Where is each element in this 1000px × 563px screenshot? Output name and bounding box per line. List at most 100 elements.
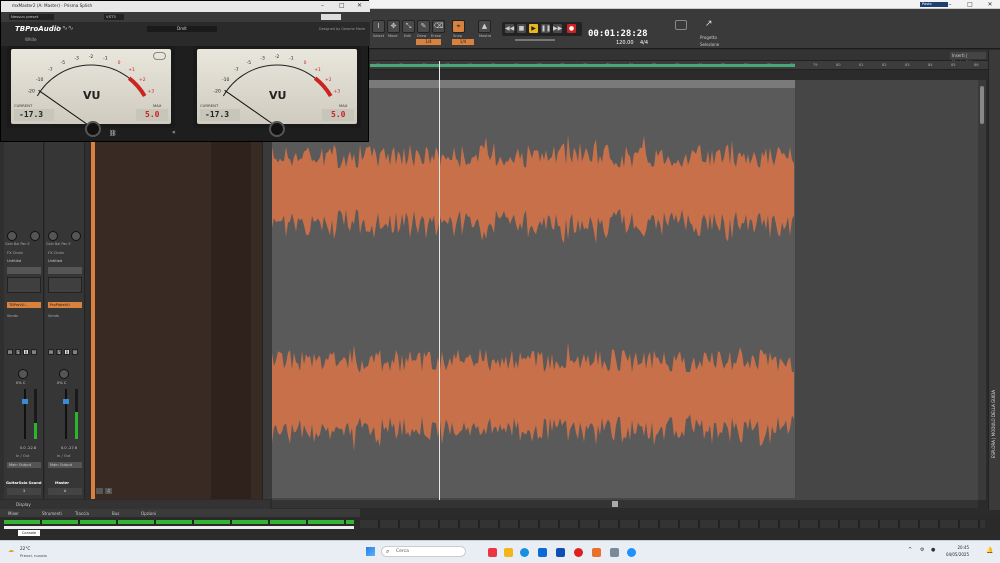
loop-range[interactable] <box>370 64 795 67</box>
channel-name[interactable]: Master <box>55 481 69 485</box>
taskbar-app-icon[interactable] <box>488 548 497 557</box>
vertical-scrollbar[interactable] <box>978 80 986 500</box>
tray-chevron-icon[interactable]: ^ <box>908 547 912 553</box>
plugin-options-buttons[interactable] <box>321 14 341 20</box>
playhead[interactable] <box>439 61 440 501</box>
browser-icon[interactable] <box>627 548 636 557</box>
forward-icon[interactable]: ▶▶ <box>552 23 563 34</box>
file-explorer-icon[interactable] <box>504 548 513 557</box>
mostra-icon[interactable]: ▲ <box>478 20 491 33</box>
tray-mic-icon[interactable]: ● <box>931 547 935 553</box>
channel-name[interactable]: GuitarSolo Sound <box>6 481 41 485</box>
audio-clip[interactable] <box>272 80 795 498</box>
rewind-icon[interactable]: ◀◀ <box>504 23 515 34</box>
plugin-minimize-icon[interactable]: – <box>321 2 324 9</box>
minimize-icon[interactable]: – <box>940 0 960 9</box>
volume-fader[interactable] <box>63 399 69 404</box>
fx-chain-name[interactable]: Untitled <box>7 259 21 263</box>
plugin-close-icon[interactable]: ✕ <box>357 2 362 9</box>
mail-icon[interactable] <box>556 548 565 557</box>
fx-chain-name[interactable]: Untitled <box>48 259 62 263</box>
close-icon[interactable]: ✕ <box>980 0 1000 9</box>
solo-button[interactable]: S <box>56 349 62 355</box>
calibration-knob-left[interactable] <box>85 121 101 137</box>
preset-select[interactable]: Nessun preset <box>9 14 54 20</box>
tempo-display[interactable]: 120.00 <box>616 40 634 46</box>
scroll-thumb[interactable] <box>980 86 984 124</box>
tray-network-icon[interactable]: ⚙ <box>920 547 924 553</box>
weather-desc[interactable]: Preval. nuvolo <box>20 553 47 558</box>
record-icon[interactable]: ● <box>566 23 577 34</box>
time-opt-selection[interactable]: Selezione <box>700 42 719 47</box>
edit-tool-icon[interactable]: ⤡ <box>402 20 415 33</box>
lane-button-icon[interactable] <box>96 488 103 494</box>
position-slider[interactable] <box>515 39 555 41</box>
insert-slot[interactable]: TBProVU... <box>7 302 41 308</box>
search-box[interactable]: ⌕ Cerca <box>381 546 466 557</box>
loop-icon[interactable] <box>675 20 687 30</box>
signature-display[interactable]: 4/4 <box>640 40 648 46</box>
sidebar-tabs[interactable]: Inserti | Musicalità <box>950 52 986 65</box>
collapse-icon[interactable]: « <box>172 129 176 136</box>
stop-icon[interactable]: ■ <box>516 23 527 34</box>
tab-inserti[interactable]: Inserti <box>952 53 965 58</box>
erase-tool-icon[interactable]: ⌫ <box>432 20 445 33</box>
channel-pan-knob[interactable] <box>59 369 69 379</box>
calibration-knob-right[interactable] <box>269 121 285 137</box>
snap-icon[interactable]: ⌖ <box>452 20 465 33</box>
pan-knob[interactable] <box>71 231 81 241</box>
tab-strumenti[interactable]: Strumenti <box>42 511 62 516</box>
pause-icon[interactable]: ❚❚ <box>540 23 551 34</box>
fx-controls[interactable] <box>7 267 41 274</box>
solo-button[interactable]: S <box>15 349 21 355</box>
horizontal-scrollbar[interactable] <box>272 500 978 508</box>
volume-fader[interactable] <box>22 399 28 404</box>
format-select[interactable]: VST3 <box>104 14 124 20</box>
model-select[interactable]: Dmlt <box>147 26 217 32</box>
mute-button[interactable]: M <box>7 349 13 355</box>
weather-icon[interactable]: ☁ <box>8 547 14 554</box>
start-icon[interactable] <box>366 547 375 556</box>
opera-icon[interactable] <box>574 548 583 557</box>
draw-tool-icon[interactable]: ✎ <box>417 20 430 33</box>
clock-time[interactable]: 20:45 <box>945 545 969 550</box>
store-icon[interactable] <box>538 548 547 557</box>
display-label[interactable]: Display <box>16 502 31 507</box>
record-arm-button[interactable]: R <box>23 349 29 355</box>
tab-mixer[interactable]: Mixer <box>8 511 19 516</box>
link-icon[interactable]: ⛓ <box>109 130 117 137</box>
snap-quantize-select[interactable]: 1/4 <box>416 39 441 45</box>
monitor-button[interactable]: W <box>72 349 78 355</box>
tab-traccia[interactable]: Traccia <box>75 511 89 516</box>
studio-one-icon[interactable] <box>592 548 601 557</box>
time-opt-project[interactable]: Progetto <box>700 35 717 40</box>
notification-icon[interactable]: 🔔 <box>986 547 993 554</box>
play-icon[interactable]: ▶ <box>528 23 539 34</box>
weather-temp[interactable]: 22°C <box>20 546 30 551</box>
h-scroll-thumb[interactable] <box>612 501 618 507</box>
move-tool-icon[interactable]: ✥ <box>387 20 400 33</box>
insert-slot[interactable]: ProPlateVU <box>48 302 82 308</box>
monitor-button[interactable]: W <box>31 349 37 355</box>
lane-zoom-icon[interactable]: ♫ <box>105 488 112 494</box>
edge-icon[interactable] <box>520 548 529 557</box>
arrange-view[interactable] <box>272 80 978 500</box>
gain-knob[interactable] <box>48 231 58 241</box>
output-select[interactable]: Main Output <box>48 462 82 468</box>
fx-controls[interactable] <box>48 267 82 274</box>
maximize-icon[interactable]: □ <box>960 0 980 9</box>
pan-knob[interactable] <box>30 231 40 241</box>
output-select[interactable]: Main Output <box>7 462 41 468</box>
tab-bus[interactable]: Bus <box>112 511 119 516</box>
tab-opzioni[interactable]: Opzioni <box>141 511 156 516</box>
share-icon[interactable]: ↗ <box>705 20 719 30</box>
clock-date[interactable]: 04/05/2025 <box>941 552 969 557</box>
channel-pan-knob[interactable] <box>18 369 28 379</box>
dock-vertical-label[interactable]: ESPLORA | MODULO DELLA GUIDA <box>991 390 996 458</box>
snap-value-select[interactable]: 1/4 <box>452 39 474 45</box>
select-tool-icon[interactable]: I <box>372 20 385 33</box>
settings-icon[interactable] <box>610 548 619 557</box>
mute-button[interactable]: M <box>48 349 54 355</box>
mode-label[interactable]: White <box>25 37 37 42</box>
stereo-link-icon[interactable] <box>153 52 166 60</box>
